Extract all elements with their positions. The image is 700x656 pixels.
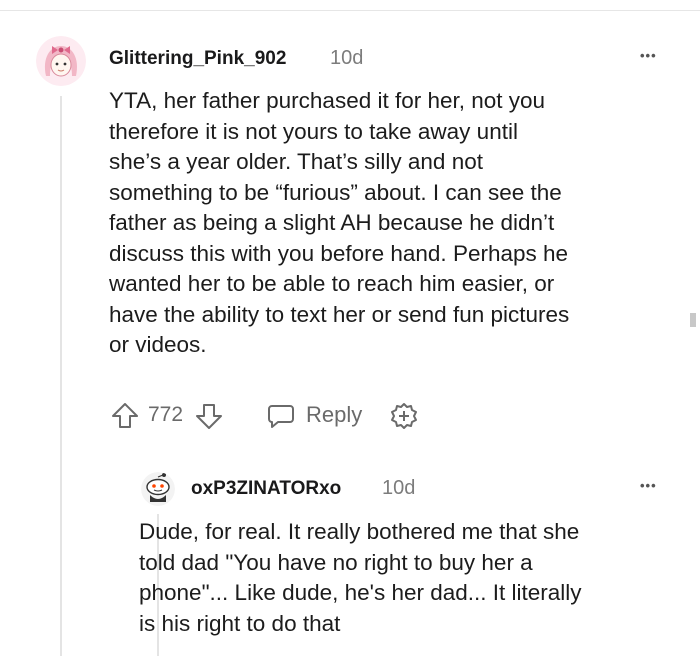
comment-body-line: wanted her to be able to reach him easie… xyxy=(109,271,555,296)
comment-body-line: is his right to do that xyxy=(139,610,341,636)
comment-age: 10d xyxy=(330,47,364,69)
comment-body-line: discuss this with you before hand. Perha… xyxy=(109,240,569,266)
more-options-button[interactable]: ••• xyxy=(640,48,657,63)
comment-body-line: father as being a slight AH because he d… xyxy=(109,210,555,235)
downvote-button[interactable] xyxy=(194,402,224,432)
award-button[interactable] xyxy=(388,401,420,433)
scrollbar-thumb[interactable] xyxy=(690,313,696,327)
comment-body-line: phone"... Like dude, he's her dad... It … xyxy=(139,580,582,605)
comment-body-line: therefore it is not yours to take away u… xyxy=(109,118,518,144)
downvote-arrow-icon xyxy=(196,404,222,429)
comment-body-line: something to be “furious” about. I can s… xyxy=(109,179,562,205)
thread-line[interactable] xyxy=(60,96,62,656)
comment-body-line: Dude, for real. It really bothered me th… xyxy=(139,519,580,544)
comment-username[interactable]: Glittering_Pink_902 xyxy=(109,48,286,70)
avatar[interactable] xyxy=(141,472,175,506)
snoo-avatar-icon xyxy=(36,36,86,86)
comment-bubble-icon xyxy=(268,405,294,428)
comment-body-line: told dad "You have no right to buy her a xyxy=(139,549,533,575)
top-divider xyxy=(0,10,700,11)
comment-age: 10d xyxy=(382,477,416,499)
comment-body: Dude, for real. It really bothered me th… xyxy=(139,517,699,639)
snoo-avatar-icon xyxy=(141,472,175,506)
comment-body-line: YTA, her father purchased it for her, no… xyxy=(109,88,546,113)
comment-username[interactable]: oxP3ZINATORxo xyxy=(191,478,341,500)
reply-button[interactable]: Reply xyxy=(266,400,362,430)
more-options-button[interactable]: ••• xyxy=(640,478,657,493)
award-add-icon xyxy=(391,403,417,429)
comment-body-line: or videos. xyxy=(109,332,207,357)
vote-count: 772 xyxy=(148,403,184,426)
upvote-arrow-icon xyxy=(112,403,138,428)
comment-body-line: she’s a year older. That’s silly and not xyxy=(109,149,483,174)
avatar[interactable] xyxy=(36,36,86,86)
upvote-button[interactable] xyxy=(110,400,140,430)
comment-body-line: have the ability to text her or send fun… xyxy=(109,301,570,327)
comment-body: YTA, her father purchased it for her, no… xyxy=(109,86,699,361)
reply-label: Reply xyxy=(306,402,363,427)
